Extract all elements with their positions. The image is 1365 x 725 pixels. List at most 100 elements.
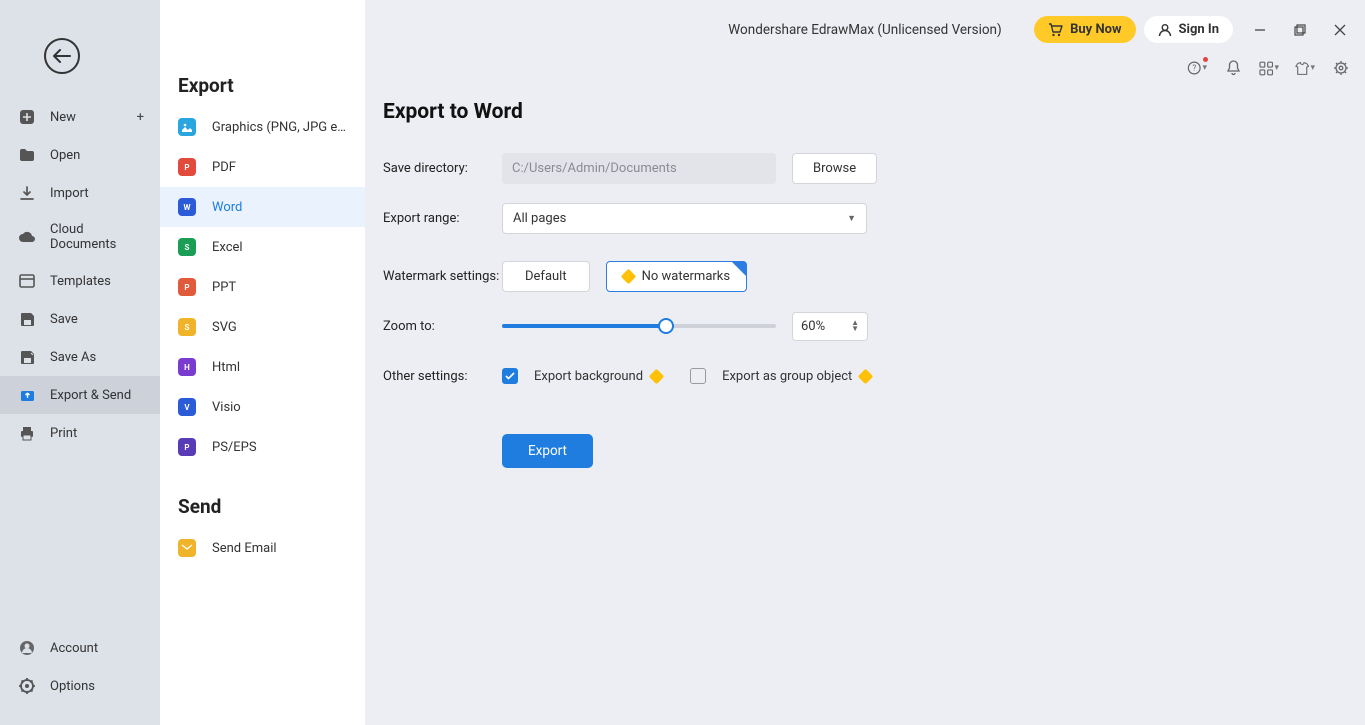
browse-button[interactable]: Browse <box>792 153 877 184</box>
templates-icon <box>18 272 36 290</box>
slider-fill <box>502 324 666 328</box>
format-label: Excel <box>212 240 243 255</box>
buy-now-button[interactable]: Buy Now <box>1034 16 1135 43</box>
arrow-left-icon <box>53 49 71 63</box>
plus-icon[interactable]: + <box>137 110 144 125</box>
format-label: PS/EPS <box>212 440 257 455</box>
sidebar-item-print[interactable]: Print <box>0 414 160 452</box>
svg-icon: S <box>178 318 196 336</box>
sidebar-label: Account <box>50 641 98 656</box>
cart-icon <box>1048 23 1063 37</box>
gear-icon <box>18 677 36 695</box>
export-format-ps[interactable]: P PS/EPS <box>160 427 365 467</box>
tshirt-icon <box>1295 61 1309 76</box>
sidebar-item-export[interactable]: Export & Send <box>0 376 160 414</box>
export-format-svg[interactable]: S SVG <box>160 307 365 347</box>
maximize-button[interactable] <box>1287 17 1313 43</box>
export-format-visio[interactable]: V Visio <box>160 387 365 427</box>
export-group-checkbox[interactable] <box>690 368 706 384</box>
export-format-html[interactable]: H Html <box>160 347 365 387</box>
mail-icon <box>178 539 196 557</box>
sidebar-label: Open <box>50 148 80 163</box>
slider-thumb[interactable] <box>658 318 674 334</box>
plus-square-icon <box>18 108 36 126</box>
sign-in-label: Sign In <box>1179 22 1219 37</box>
visio-icon: V <box>178 398 196 416</box>
export-range-select[interactable]: All pages ▼ <box>502 203 867 234</box>
sidebar-label: New <box>50 110 76 125</box>
back-button[interactable] <box>44 38 80 74</box>
sidebar-label: Save As <box>50 350 96 365</box>
export-heading: Export <box>160 74 365 107</box>
ppt-icon: P <box>178 278 196 296</box>
sidebar-item-templates[interactable]: Templates <box>0 262 160 300</box>
sidebar-item-import[interactable]: Import <box>0 174 160 212</box>
selected-corner-icon <box>732 262 746 276</box>
buy-now-label: Buy Now <box>1070 22 1121 37</box>
sidebar-label: Print <box>50 426 77 441</box>
print-icon <box>18 424 36 442</box>
watermark-none-button[interactable]: No watermarks <box>606 261 747 292</box>
zoom-value: 60% <box>801 319 825 334</box>
settings-button[interactable] <box>1331 58 1351 78</box>
help-button[interactable]: ? ▾ <box>1187 58 1207 78</box>
zoom-slider[interactable] <box>502 324 776 328</box>
export-format-pdf[interactable]: P PDF <box>160 147 365 187</box>
sign-in-button[interactable]: Sign In <box>1144 16 1233 43</box>
apps-button[interactable]: ▾ <box>1259 58 1279 78</box>
zoom-value-stepper[interactable]: 60% ▲▼ <box>792 312 868 341</box>
sidebar-item-new[interactable]: New + <box>0 98 160 136</box>
format-label: PDF <box>212 160 236 175</box>
export-range-value: All pages <box>513 211 566 226</box>
format-label: Graphics (PNG, JPG e... <box>212 120 347 135</box>
sidebar-item-cloud[interactable]: Cloud Documents <box>0 212 160 262</box>
chevron-down-icon: ▼ <box>847 213 856 224</box>
save-directory-label: Save directory: <box>383 161 502 176</box>
sidebar-label: Templates <box>50 274 111 289</box>
image-icon <box>178 118 196 136</box>
format-label: SVG <box>212 320 237 335</box>
send-email-label: Send Email <box>212 541 277 556</box>
send-email-item[interactable]: Send Email <box>160 528 365 568</box>
sidebar-label: Options <box>50 679 95 694</box>
app-title: Wondershare EdrawMax (Unlicensed Version… <box>728 22 1001 38</box>
export-background-label: Export background <box>534 369 643 384</box>
sidebar-item-open[interactable]: Open <box>0 136 160 174</box>
export-format-excel[interactable]: S Excel <box>160 227 365 267</box>
notifications-button[interactable] <box>1223 58 1243 78</box>
sidebar-item-options[interactable]: Options <box>0 667 160 705</box>
sidebar-item-save[interactable]: Save <box>0 300 160 338</box>
export-group-label: Export as group object <box>722 369 852 384</box>
gear-icon <box>1333 60 1349 76</box>
watermark-label: Watermark settings: <box>383 269 502 284</box>
zoom-label: Zoom to: <box>383 319 502 334</box>
format-label: PPT <box>212 280 236 295</box>
export-format-ppt[interactable]: P PPT <box>160 267 365 307</box>
format-label: Html <box>212 360 240 375</box>
close-button[interactable] <box>1327 17 1353 43</box>
export-format-column: Export Graphics (PNG, JPG e... P PDF W W… <box>160 0 365 725</box>
folder-icon <box>18 146 36 164</box>
export-format-word[interactable]: W Word <box>160 187 365 227</box>
excel-icon: S <box>178 238 196 256</box>
user-icon <box>1158 23 1172 37</box>
sidebar-label: Import <box>50 186 89 201</box>
minimize-button[interactable] <box>1247 17 1273 43</box>
theme-button[interactable]: ▾ <box>1295 58 1315 78</box>
export-background-checkbox[interactable] <box>502 368 518 384</box>
watermark-default-button[interactable]: Default <box>502 261 590 292</box>
slider-track <box>502 324 776 328</box>
cloud-icon <box>18 228 36 246</box>
panel-title: Export to Word <box>383 100 1325 124</box>
bell-icon <box>1226 60 1241 76</box>
sidebar-label: Save <box>50 312 78 327</box>
stepper-arrows[interactable]: ▲▼ <box>851 320 859 332</box>
export-format-graphics[interactable]: Graphics (PNG, JPG e... <box>160 107 365 147</box>
notification-dot <box>1203 57 1208 62</box>
import-icon <box>18 184 36 202</box>
export-button[interactable]: Export <box>502 434 593 468</box>
sidebar-item-saveas[interactable]: Save As <box>0 338 160 376</box>
sidebar-item-account[interactable]: Account <box>0 629 160 667</box>
save-directory-input[interactable]: C:/Users/Admin/Documents <box>502 153 776 184</box>
save-as-icon <box>18 348 36 366</box>
